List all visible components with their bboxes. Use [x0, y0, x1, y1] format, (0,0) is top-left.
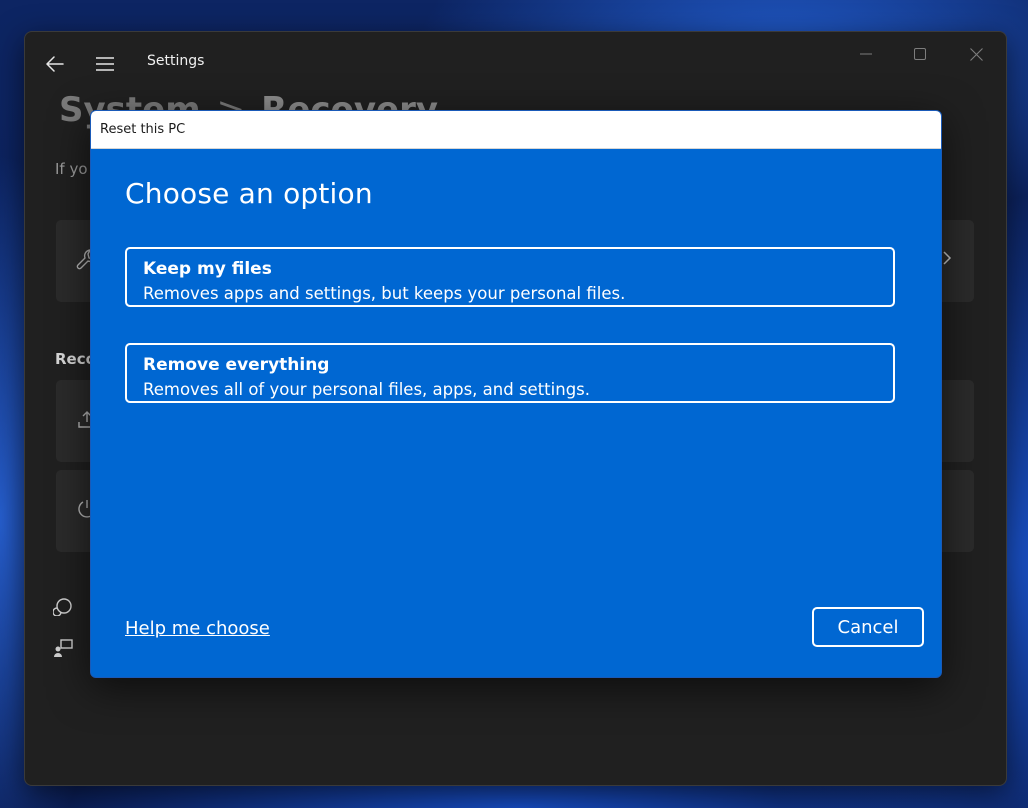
- get-help-icon[interactable]: [52, 596, 73, 620]
- dialog-title: Reset this PC: [100, 122, 186, 137]
- close-button[interactable]: [953, 40, 999, 68]
- option-title: Keep my files: [143, 259, 272, 279]
- give-feedback-icon[interactable]: [53, 638, 73, 662]
- back-button[interactable]: [41, 50, 69, 78]
- close-icon: [969, 47, 983, 61]
- maximize-button[interactable]: [897, 40, 943, 68]
- app-title: Settings: [147, 53, 205, 69]
- title-bar: Settings: [25, 32, 1006, 92]
- back-arrow-icon: [46, 56, 64, 72]
- minimize-icon: [860, 53, 872, 55]
- reset-pc-dialog: Reset this PC Choose an option Keep my f…: [90, 110, 942, 678]
- help-me-choose-link[interactable]: Help me choose: [125, 618, 270, 639]
- maximize-icon: [914, 48, 926, 60]
- menu-button[interactable]: [91, 50, 119, 78]
- cancel-button[interactable]: Cancel: [812, 607, 924, 647]
- option-title: Remove everything: [143, 355, 330, 375]
- page-description: If yo: [55, 160, 88, 178]
- dialog-title-bar: Reset this PC: [91, 111, 941, 149]
- chevron-right-icon: [942, 250, 952, 270]
- dialog-heading: Choose an option: [125, 177, 373, 210]
- hamburger-menu-icon: [96, 57, 114, 71]
- remove-everything-option[interactable]: Remove everything Removes all of your pe…: [125, 343, 895, 403]
- option-description: Removes all of your personal files, apps…: [143, 380, 591, 399]
- minimize-button[interactable]: [843, 40, 889, 68]
- keep-my-files-option[interactable]: Keep my files Removes apps and settings,…: [125, 247, 895, 307]
- option-description: Removes apps and settings, but keeps you…: [143, 284, 626, 303]
